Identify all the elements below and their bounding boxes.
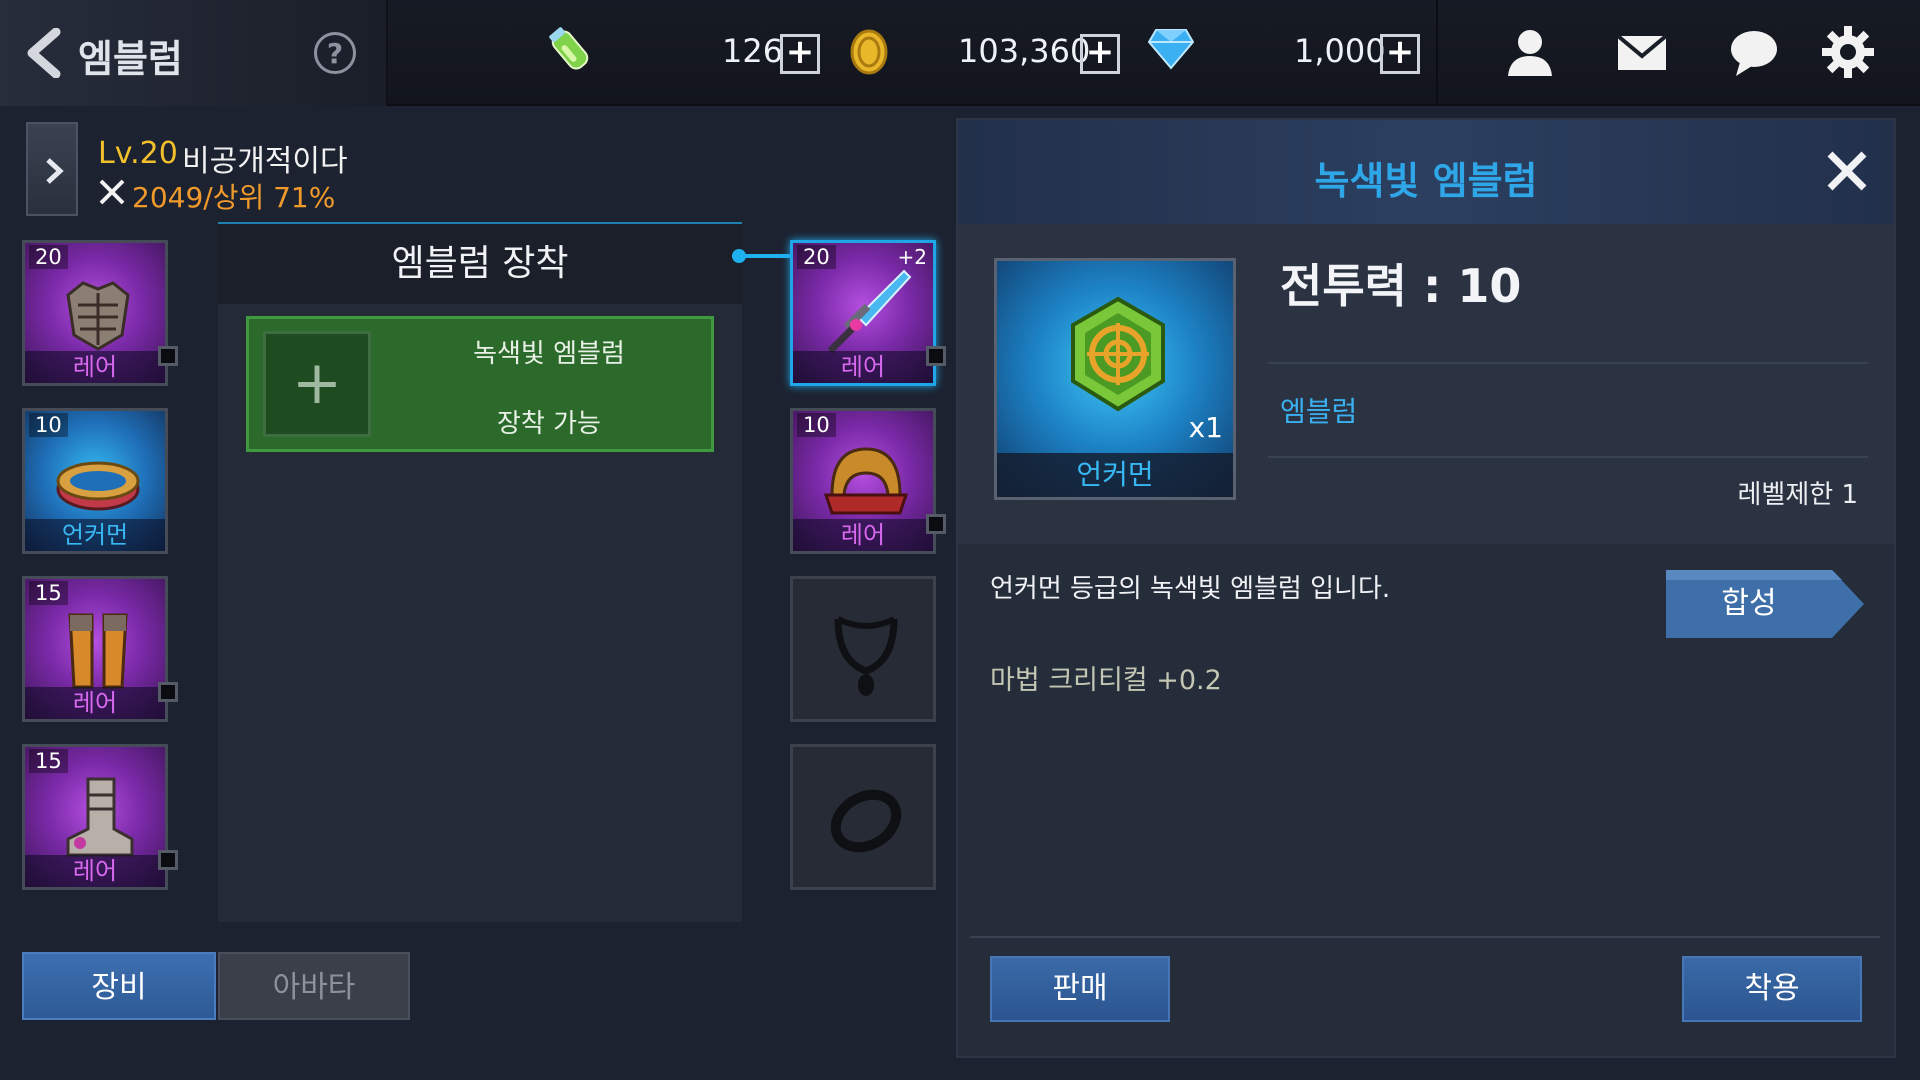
gem-icon	[1147, 28, 1195, 70]
belt-icon	[48, 433, 148, 533]
combat-power: 전투력 : 10	[1280, 259, 1522, 313]
slot-grade: 레어	[25, 855, 165, 887]
connector-line	[744, 254, 792, 258]
level-requirement: 레벨제한 1	[1737, 480, 1859, 510]
divider	[1268, 456, 1868, 458]
slot-marker	[926, 346, 946, 366]
synthesize-button[interactable]: 합성	[1666, 570, 1864, 638]
character-level: Lv.20	[98, 136, 178, 171]
sell-button[interactable]: 판매	[990, 956, 1170, 1022]
detail-header: 녹색빛 엠블럼	[958, 120, 1894, 224]
item-stat: 마법 크리티컬 +0.2	[990, 665, 1222, 696]
item-card: x1 언커먼	[994, 258, 1236, 500]
gold-add-button[interactable]: +	[1080, 34, 1120, 74]
slot-grade: 레어	[25, 687, 165, 719]
slot-grade: 언커먼	[25, 519, 165, 551]
slot-marker	[926, 514, 946, 534]
slot-grade: 레어	[793, 351, 933, 383]
tab-avatar[interactable]: 아바타	[218, 952, 410, 1020]
ring-icon	[816, 769, 916, 869]
dagger-icon	[816, 265, 916, 365]
equip-slot-belt[interactable]: 10 언커먼	[22, 408, 168, 554]
energy-add-button[interactable]: +	[780, 34, 820, 74]
item-detail-panel: 녹색빛 엠블럼 x1 언커먼 전투력 : 10 엠블럼 레벨제한 1 언커먼 등…	[956, 118, 1896, 1058]
equip-slot-ring[interactable]	[790, 744, 936, 890]
title-area: 엠블럼 ?	[0, 0, 388, 106]
equip-slot-necklace[interactable]	[790, 576, 936, 722]
character-power: 2049/상위 71%	[132, 181, 336, 214]
slot-marker	[158, 682, 178, 702]
leg-armor-icon	[48, 601, 148, 701]
back-arrow-icon[interactable]	[22, 27, 68, 79]
detail-title: 녹색빛 엠블럼	[1314, 159, 1538, 203]
item-grade: 언커먼	[997, 453, 1233, 497]
boots-icon	[48, 769, 148, 869]
add-emblem-icon[interactable]: +	[263, 331, 371, 437]
item-description: 언커먼 등급의 녹색빛 엠블럼 입니다.	[990, 574, 1391, 604]
equip-slot-weapon[interactable]: 20 +2 레어	[790, 240, 936, 386]
emblem-panel-title: 엠블럼 장착	[218, 224, 742, 304]
green-emblem-icon	[1063, 295, 1173, 415]
equip-slot-helmet[interactable]: 10 레어	[790, 408, 936, 554]
gold-count: 103,360	[958, 32, 1091, 70]
item-type: 엠블럼	[1280, 395, 1358, 428]
slot-grade: 레어	[25, 351, 165, 383]
help-icon[interactable]: ?	[314, 32, 356, 74]
divider	[1436, 0, 1438, 106]
character-name: 비공개적이다	[182, 144, 348, 179]
helmet-icon	[816, 433, 916, 533]
divider	[970, 936, 1880, 938]
crossed-swords-icon	[98, 178, 126, 206]
friends-icon[interactable]	[1502, 24, 1558, 80]
emblem-slot-name: 녹색빛 엠블럼	[473, 339, 625, 369]
equip-slot-chest[interactable]: 20 레어	[22, 240, 168, 386]
mail-icon[interactable]	[1614, 24, 1670, 80]
settings-gear-icon[interactable]	[1820, 24, 1876, 80]
emblem-slot-status: 장착 가능	[497, 409, 601, 439]
item-quantity: x1	[1188, 411, 1223, 444]
equip-button[interactable]: 착용	[1682, 956, 1862, 1022]
emblem-slot[interactable]: + 녹색빛 엠블럼 장착 가능	[246, 316, 714, 452]
necklace-icon	[816, 601, 916, 701]
slot-marker	[158, 346, 178, 366]
slot-marker	[158, 850, 178, 870]
top-bar: 엠블럼 ? 126 + 103,360 + 1,000 +	[0, 0, 1920, 106]
energy-count: 126	[722, 32, 784, 70]
chat-icon[interactable]	[1726, 24, 1782, 80]
close-icon[interactable]	[1824, 148, 1870, 194]
divider	[1268, 362, 1868, 364]
equip-slot-boots[interactable]: 15 레어	[22, 744, 168, 890]
tab-equipment[interactable]: 장비	[22, 952, 216, 1020]
equip-slot-legs[interactable]: 15 레어	[22, 576, 168, 722]
page-title: 엠블럼	[78, 37, 183, 81]
potion-icon	[542, 22, 598, 78]
gem-add-button[interactable]: +	[1380, 34, 1420, 74]
gem-count: 1,000	[1294, 32, 1386, 70]
character-expand-button[interactable]	[26, 122, 78, 216]
synthesize-label: 합성	[1721, 586, 1777, 621]
chest-armor-icon	[48, 265, 148, 365]
emblem-equip-panel: 엠블럼 장착 + 녹색빛 엠블럼 장착 가능	[218, 222, 742, 922]
slot-grade: 레어	[793, 519, 933, 551]
gold-coin-icon	[848, 28, 890, 76]
